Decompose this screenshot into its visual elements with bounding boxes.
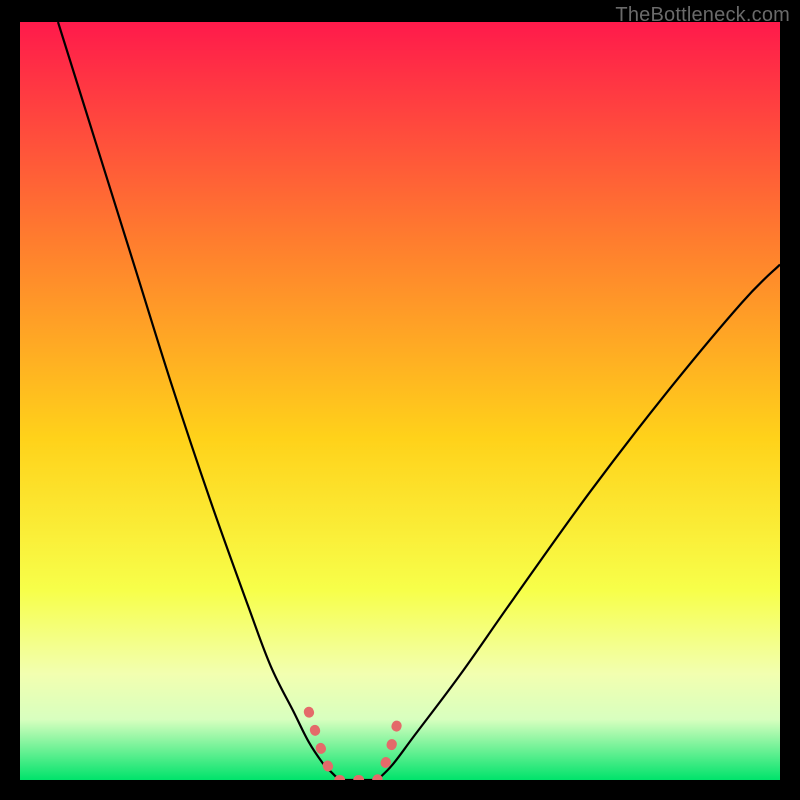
bottleneck-chart-svg [20, 22, 780, 780]
chart-frame: TheBottleneck.com [0, 0, 800, 800]
gradient-background [20, 22, 780, 780]
plot-area [20, 22, 780, 780]
watermark-text: TheBottleneck.com [615, 4, 790, 27]
